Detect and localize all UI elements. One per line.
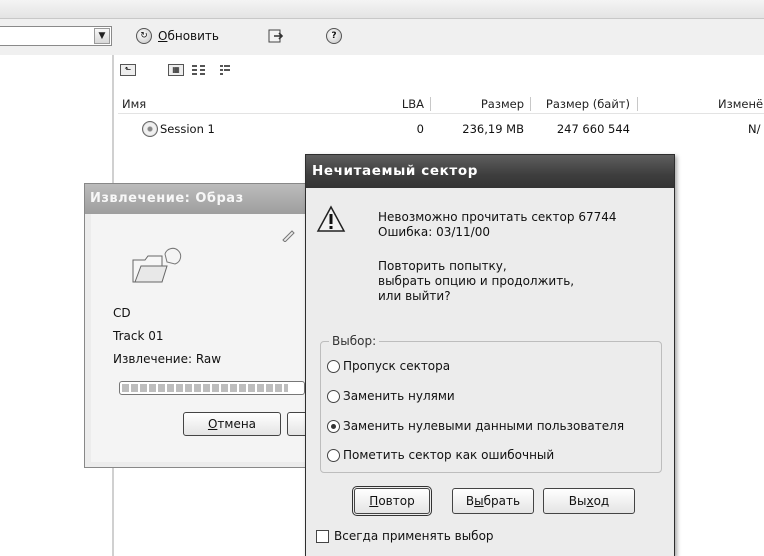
always-apply-checkbox[interactable] [316, 530, 329, 543]
toolbar [0, 19, 764, 55]
row-modified: N/ [748, 122, 761, 136]
column-header-modified[interactable]: Изменё [718, 97, 763, 113]
extract-line-cd: CD [113, 306, 131, 320]
header-divider [118, 113, 764, 114]
extraction-window-body: CD Track 01 Извлечение: Raw Отмена [91, 214, 327, 462]
column-header-size-bytes[interactable]: Размер (байт) [540, 97, 630, 113]
choose-button[interactable]: Выбрать [452, 488, 534, 514]
cancel-button[interactable]: Отмена [183, 412, 281, 436]
radio-skip-sector[interactable] [327, 360, 340, 373]
pencil-icon [281, 228, 295, 243]
large-icons-view-icon[interactable]: ▦ [168, 64, 184, 76]
option-label: Пометить сектор как ошибочный [343, 448, 555, 462]
option-label: Заменить нулевыми данными пользователя [343, 419, 625, 433]
extract-line-track: Track 01 [113, 329, 164, 343]
option-label: Пропуск сектора [343, 359, 451, 373]
extraction-progress-bar [119, 381, 305, 395]
option-replace-user-zero-data[interactable]: Заменить нулевыми данными пользователя [327, 419, 657, 435]
row-name: Session 1 [160, 122, 215, 136]
retry-button[interactable]: Повтор [352, 486, 432, 516]
radio-replace-user-zero-data[interactable] [327, 420, 340, 433]
window-top-bar [0, 0, 764, 19]
error-code-line: Ошибка: 03/11/00 [378, 225, 490, 239]
refresh-icon: ↻ [136, 28, 152, 44]
option-label: Заменить нулями [343, 389, 455, 403]
disc-session-icon [142, 121, 158, 137]
option-skip-sector[interactable]: Пропуск сектора [327, 359, 647, 375]
row-size: 236,19 MB [462, 122, 524, 136]
exit-button[interactable]: Выход [543, 488, 635, 514]
choice-group: Выбор: Пропуск сектора Заменить нулями З… [320, 334, 662, 473]
column-header-name[interactable]: Имя [122, 97, 146, 113]
column-header-size[interactable]: Размер [440, 97, 524, 113]
chevron-down-icon[interactable]: ▼ [94, 28, 110, 44]
column-header-lba[interactable]: LBA [396, 97, 424, 113]
extraction-window-title: Извлечение: Образ [85, 184, 327, 214]
option-mark-sector-bad[interactable]: Пометить сектор как ошибочный [327, 448, 647, 464]
option-replace-zeros[interactable]: Заменить нулями [327, 389, 647, 405]
folder-disc-icon [131, 246, 185, 286]
warning-icon [316, 205, 346, 233]
prompt-line: выбрать опцию и продолжить, [378, 274, 575, 288]
extraction-window: Извлечение: Образ CD Track 01 Извлечение… [84, 183, 328, 468]
view-bar: ⬑ ▦ [114, 57, 764, 83]
row-lba: 0 [416, 122, 424, 136]
up-folder-icon[interactable]: ⬑ [120, 64, 136, 76]
help-icon[interactable]: ? [326, 28, 342, 44]
details-view-icon[interactable] [192, 64, 206, 75]
column-separator [637, 97, 638, 111]
row-size-bytes: 247 660 544 [556, 122, 630, 136]
radio-mark-sector-bad[interactable] [327, 449, 340, 462]
prompt-line: Повторить попытку, [378, 259, 507, 273]
column-separator [530, 97, 531, 111]
export-icon[interactable] [268, 28, 284, 44]
prompt-line: или выйти? [378, 289, 451, 303]
error-message-line: Невозможно прочитать сектор 67744 [378, 210, 617, 224]
extraction-progress-fill [122, 384, 288, 392]
column-separator [430, 97, 431, 111]
refresh-label: Обновить [158, 29, 219, 43]
extract-line-mode: Извлечение: Raw [113, 352, 222, 366]
list-view-icon[interactable] [220, 64, 232, 75]
unreadable-sector-dialog: Нечитаемый сектор Невозможно прочитать с… [305, 154, 675, 556]
radio-replace-zeros[interactable] [327, 390, 340, 403]
dialog-title: Нечитаемый сектор [306, 155, 674, 188]
prompt-message: Повторить попытку, выбрать опцию и продо… [378, 259, 574, 304]
drive-select[interactable]: ▼ [0, 26, 112, 46]
always-apply-label: Всегда применять выбор [334, 529, 494, 543]
always-apply-option[interactable]: Всегда применять выбор [316, 529, 556, 545]
error-message: Невозможно прочитать сектор 67744 Ошибка… [378, 210, 617, 240]
choice-group-label: Выбор: [329, 334, 380, 348]
